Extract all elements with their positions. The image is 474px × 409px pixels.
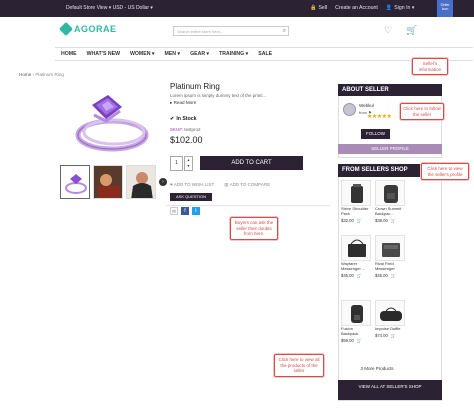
product-price: $102.00 [170, 135, 203, 145]
facebook-icon[interactable]: f [181, 207, 189, 215]
shop-product[interactable]: Crown Summit Backpac... $38.00 🛒 [375, 180, 405, 224]
seller-rating-stars: ★★★★★ [367, 114, 392, 120]
add-to-wishlist-link[interactable]: ♥ ADD TO WISH LIST [170, 182, 214, 188]
shop-product[interactable]: Impulse Duffle $74.00 🛒 [375, 300, 405, 339]
sign-in-link[interactable]: 👤 Sign In ▾ [386, 5, 415, 11]
wishlist-heart-icon[interactable]: ♡ [384, 25, 392, 36]
follow-button[interactable]: FOLLOW [361, 129, 390, 139]
shop-product[interactable]: Strive Shoulder Pack $32.00 🛒 [341, 180, 371, 224]
product-sku: SKU#: testpro2 [170, 127, 201, 132]
add-to-cart-button[interactable]: ADD TO CART [200, 156, 303, 170]
cart-icon[interactable]: 🛒 [357, 218, 362, 224]
breadcrumb-home[interactable]: Home [19, 72, 31, 77]
cart-icon[interactable]: 🛒 [391, 273, 396, 279]
product-image[interactable] [341, 235, 371, 261]
product-main-image[interactable] [64, 85, 160, 160]
thumbnail-3[interactable] [126, 165, 156, 199]
shop-product[interactable]: Fusion Backpack $59.00 🛒 [341, 300, 371, 344]
main-nav: HOME WHAT'S NEW WOMEN ▾ MEN ▾ GEAR ▾ TRA… [55, 47, 473, 61]
quantity-input[interactable]: 1 [170, 156, 183, 171]
seller-avatar[interactable] [343, 103, 356, 116]
cart-icon[interactable]: 🛒 [357, 273, 362, 279]
view-all-shop-button[interactable]: VIEW ALL AT SELLER'S SHOP [338, 380, 442, 400]
lock-icon: 🔒 [310, 5, 317, 11]
nav-training[interactable]: TRAINING ▾ [219, 51, 248, 57]
nav-home[interactable]: HOME [61, 51, 77, 57]
read-more-link[interactable]: ▸ Read More [170, 100, 196, 106]
callout-seller-info: Seller's information [412, 58, 448, 75]
cart-icon[interactable]: 🛒 [406, 25, 417, 36]
nav-men[interactable]: MEN ▾ [165, 51, 181, 57]
cart-icon[interactable]: 🛒 [391, 333, 396, 339]
twitter-icon[interactable]: t [192, 207, 200, 215]
product-title: Platinum Ring [170, 82, 220, 91]
stock-status: ✔ In Stock [170, 116, 197, 122]
logo[interactable]: AGORAE [58, 21, 117, 37]
breadcrumb-current: Platinum Ring [35, 72, 64, 77]
header-icons: ♡ 🛒 [384, 25, 417, 36]
about-seller-header: ABOUT SELLER [338, 84, 442, 96]
seller-profile-button[interactable]: SELLER PROFILE [338, 144, 442, 154]
callout-view-all: Click here to view all the products of t… [274, 354, 324, 377]
divider [166, 205, 330, 206]
cart-icon[interactable]: 🛒 [357, 338, 362, 344]
product-image[interactable] [341, 300, 371, 326]
callout-follow: Click here to follow the seller [400, 103, 444, 120]
cart-icon[interactable]: 🛒 [391, 218, 396, 224]
product-description: Lorem ipsum is simply dummy text of the … [170, 93, 267, 98]
email-icon[interactable]: ✉ [170, 207, 178, 215]
user-icon: 👤 [385, 5, 393, 11]
product-image[interactable] [375, 180, 405, 206]
share-links: ✉ f t [170, 207, 200, 215]
thumbnail-2[interactable] [93, 165, 123, 199]
product-image[interactable] [375, 300, 405, 326]
nav-sale[interactable]: SALE [258, 51, 272, 57]
heart-icon: ♥ [170, 182, 173, 187]
top-bar: Default Store View ▾ USD - US Dollar ▾ 🔒… [0, 0, 474, 17]
top-links: 🔒 Sell Create an Account 👤 Sign In ▾ [310, 5, 414, 11]
breadcrumb: Home › Platinum Ring [19, 72, 64, 77]
store-switcher[interactable]: Default Store View ▾ USD - US Dollar ▾ [66, 5, 153, 11]
check-circle-icon: ✔ [170, 116, 175, 122]
compare-icon: ▥ [224, 182, 229, 187]
add-to-compare-link[interactable]: ▥ ADD TO COMPARE [224, 182, 270, 188]
nav-gear[interactable]: GEAR ▾ [190, 51, 209, 57]
shop-product[interactable]: Wayfarer Messenger ... $45.00 🛒 [341, 235, 371, 279]
create-account-link[interactable]: Create an Account [335, 5, 378, 11]
callout-ask: Buyers can ask the seller their doubts f… [230, 217, 278, 240]
about-seller-panel: ABOUT SELLER [338, 84, 442, 96]
thumbnail-1[interactable] [60, 165, 90, 199]
product-image[interactable] [341, 180, 371, 206]
logo-mark-icon [58, 21, 74, 37]
nav-women[interactable]: WOMEN ▾ [130, 51, 155, 57]
seller-name[interactable]: Webkul [359, 103, 374, 108]
sell-link[interactable]: 🔒 Sell [310, 5, 327, 11]
quantity-stepper[interactable]: ▴ ▾ [184, 156, 193, 171]
product-actions: ♥ ADD TO WISH LIST ▥ ADD TO COMPARE [170, 182, 270, 188]
ask-question-button[interactable]: ASK QUESTION [170, 193, 212, 201]
more-products-link[interactable]: 3 More Products [342, 366, 412, 371]
callout-profile: Click here to view the seller's profile [421, 163, 469, 180]
product-image[interactable] [375, 235, 405, 261]
seller-badge[interactable]: Seller Icon [437, 0, 453, 17]
thumbnail-strip: › [60, 165, 167, 199]
nav-whats-new[interactable]: WHAT'S NEW [87, 51, 120, 57]
search-input[interactable]: Search entire store here... ⌕ [173, 26, 289, 36]
thumbnail-next-button[interactable]: › [159, 178, 167, 186]
search-icon[interactable]: ⌕ [283, 28, 286, 35]
shop-product[interactable]: Rival Field Messenger $45.00 🛒 [375, 235, 405, 279]
